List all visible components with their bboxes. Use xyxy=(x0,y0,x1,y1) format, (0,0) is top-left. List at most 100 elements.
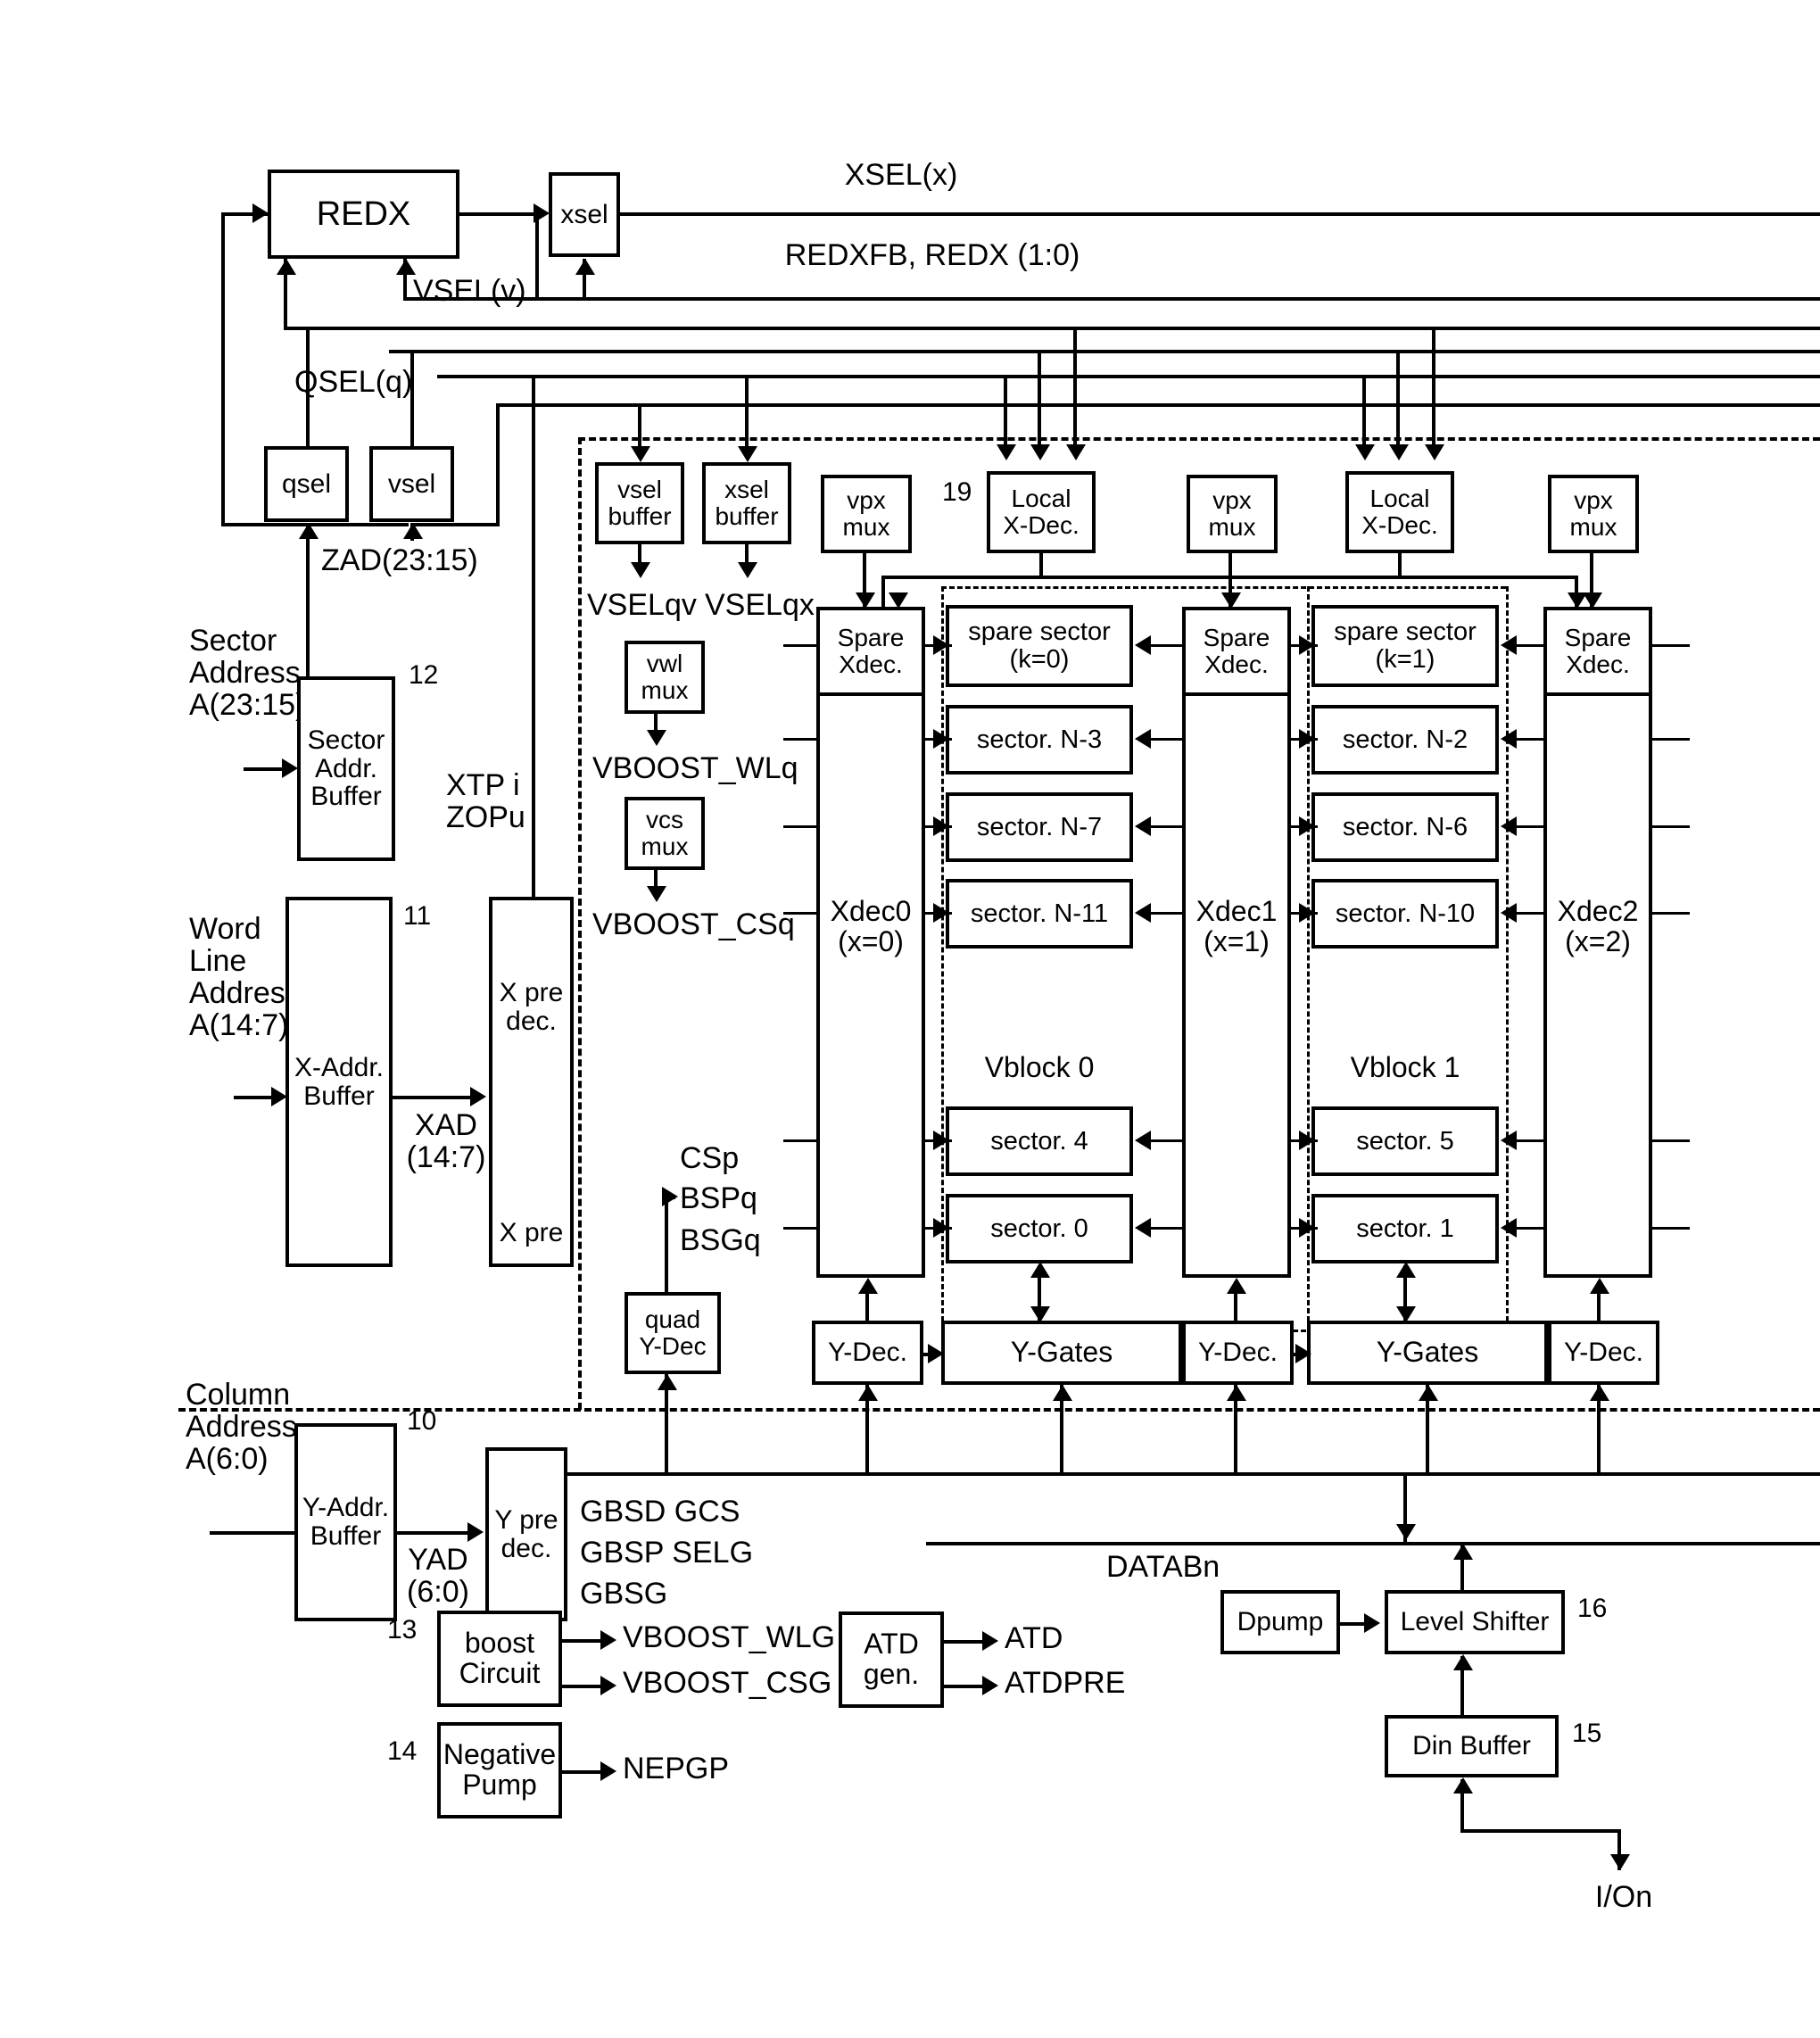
arrow-localxdec0-in-c xyxy=(1066,444,1086,460)
wire-sector-addr-in xyxy=(244,767,286,771)
arrow-vcsmux-out xyxy=(647,886,666,902)
wire-ypredec-to-rail xyxy=(567,1472,1820,1476)
block-local-x-dec-1[interactable]: Local X-Dec. xyxy=(1345,471,1454,553)
sector-block[interactable]: sector. 0 xyxy=(946,1194,1133,1263)
arrow-rail-to-ygates0 xyxy=(1053,1385,1072,1401)
arrow-feedback-into-redx xyxy=(252,203,269,223)
sector-block[interactable]: sector. N-6 xyxy=(1311,792,1499,862)
x-pre-dec-label: X pre dec. xyxy=(499,978,564,1036)
bus-label-xad: XAD (14:7) xyxy=(406,1108,486,1175)
sector-block[interactable]: sector. N-3 xyxy=(946,705,1133,775)
input-label-sector-address: Sector Address A(23:15) xyxy=(189,624,306,723)
wire-localxdec0-in-a xyxy=(1004,375,1007,455)
block-spare-xdec-0[interactable]: Spare Xdec. xyxy=(816,607,925,696)
vblock0-dash-top xyxy=(941,586,1506,589)
arrow-xdec1-left-row-1 xyxy=(1135,729,1151,749)
sector-block[interactable]: spare sector (k=0) xyxy=(946,605,1133,687)
block-vpx-mux-0[interactable]: vpx mux xyxy=(821,475,912,553)
block-vpx-mux-2[interactable]: vpx mux xyxy=(1548,475,1639,553)
block-redx[interactable]: REDX xyxy=(268,170,459,259)
block-local-x-dec-0[interactable]: Local X-Dec. xyxy=(987,471,1096,553)
arrow-xdec0-row-5 xyxy=(933,1218,949,1238)
block-y-gates-0[interactable]: Y-Gates xyxy=(941,1321,1182,1385)
signal-label-bspq: BSPq xyxy=(680,1181,757,1215)
bus-label-xsel-x: XSEL(x) xyxy=(844,158,958,192)
chip-boundary-dashed-vertical xyxy=(578,437,582,1410)
wire-xdec2-stub-3 xyxy=(1652,912,1690,915)
block-vsel-buffer[interactable]: vsel buffer xyxy=(595,462,684,544)
arrow-xdec1-left-row-3 xyxy=(1135,903,1151,923)
arrow-xdec0-row-1 xyxy=(933,729,949,749)
arrow-xdec1-right-row-4 xyxy=(1299,1131,1315,1150)
arrow-dinbuffer-to-levelshifter xyxy=(1453,1654,1473,1670)
arrow-xdec0-row-4 xyxy=(933,1131,949,1150)
signal-label-csp: CSp xyxy=(680,1141,740,1175)
bus-redxfb-redx xyxy=(403,297,1820,301)
block-y-dec-2[interactable]: Y-Dec. xyxy=(1548,1321,1659,1385)
block-y-gates-1[interactable]: Y-Gates xyxy=(1307,1321,1548,1385)
block-dpump[interactable]: Dpump xyxy=(1220,1590,1340,1654)
wire-col-addr-in xyxy=(210,1531,297,1535)
arrow-dpump-to-levelshifter xyxy=(1364,1613,1380,1633)
ref-num-15: 15 xyxy=(1572,1719,1602,1748)
sector-block[interactable]: sector. N-10 xyxy=(1311,879,1499,949)
block-negative-pump[interactable]: Negative Pump xyxy=(437,1722,562,1818)
block-level-shifter[interactable]: Level Shifter xyxy=(1385,1590,1565,1654)
arrow-rail-to-ydec1 xyxy=(1227,1385,1246,1401)
sector-block[interactable]: sector. 1 xyxy=(1311,1194,1499,1263)
wire-quadydec-up xyxy=(665,1196,668,1294)
arrow-levelshifter-to-datab xyxy=(1453,1544,1473,1560)
arrow-ygates1-down xyxy=(1396,1306,1416,1322)
bus-line-2 xyxy=(369,327,1820,330)
bus-line-5 xyxy=(496,403,1820,407)
signal-label-vselqx: VSELqx xyxy=(705,588,815,622)
block-quad-y-dec[interactable]: quad Y-Dec xyxy=(625,1292,721,1374)
block-boost-circuit[interactable]: boost Circuit xyxy=(437,1611,562,1707)
block-spare-xdec-1[interactable]: Spare Xdec. xyxy=(1182,607,1291,696)
block-spare-xdec-2[interactable]: Spare Xdec. xyxy=(1543,607,1652,696)
arrow-xdec2-left-row-4 xyxy=(1501,1131,1517,1150)
sector-block[interactable]: sector. N-2 xyxy=(1311,705,1499,775)
arrow-rail-to-ydec2 xyxy=(1590,1385,1609,1401)
arrow-vselqx-out xyxy=(738,562,757,578)
arrow-xdec1-left-row-5 xyxy=(1135,1218,1151,1238)
wire-xdec0-stub-4 xyxy=(783,1139,819,1142)
block-y-dec-0[interactable]: Y-Dec. xyxy=(812,1321,923,1385)
block-y-pre-dec[interactable]: Y pre dec. xyxy=(485,1447,567,1621)
block-vwl-mux[interactable]: vwl mux xyxy=(625,641,705,714)
sector-block[interactable]: sector. 5 xyxy=(1311,1106,1499,1176)
block-x-pre-dec[interactable]: X pre dec. X pre xyxy=(489,897,574,1267)
sector-block[interactable]: sector. N-11 xyxy=(946,879,1133,949)
block-din-buffer[interactable]: Din Buffer xyxy=(1385,1715,1559,1777)
block-atd-gen[interactable]: ATD gen. xyxy=(839,1611,944,1708)
signal-label-gbsp-selg: GBSP SELG xyxy=(580,1536,754,1570)
bus-label-datab-n: DATABn xyxy=(1106,1550,1220,1584)
block-y-dec-1[interactable]: Y-Dec. xyxy=(1182,1321,1294,1385)
sector-block[interactable]: sector. 4 xyxy=(946,1106,1133,1176)
ref-num-12: 12 xyxy=(409,660,439,690)
block-vsel[interactable]: vsel xyxy=(369,446,454,522)
ref-num-10: 10 xyxy=(407,1406,437,1436)
arrow-vselqv-out xyxy=(631,562,650,578)
ref-num-14: 14 xyxy=(387,1736,418,1766)
block-xsel-buffer[interactable]: xsel buffer xyxy=(702,462,791,544)
block-vcs-mux[interactable]: vcs mux xyxy=(625,797,705,870)
block-qsel[interactable]: qsel xyxy=(264,446,349,522)
wire-vselbox-right-hook-h xyxy=(410,523,500,526)
block-vpx-mux-1[interactable]: vpx mux xyxy=(1187,475,1278,553)
wire-localxdec0-out xyxy=(1039,553,1043,578)
block-y-addr-buffer[interactable]: Y-Addr. Buffer xyxy=(294,1423,397,1621)
block-x-addr-buffer[interactable]: X-Addr. Buffer xyxy=(285,897,393,1267)
arrow-nepgp xyxy=(600,1761,616,1781)
ref-num-13: 13 xyxy=(387,1615,418,1644)
chip-boundary-dashed-top xyxy=(578,437,1820,441)
wire-xdec2-stub-0 xyxy=(1652,644,1690,647)
block-xsel[interactable]: xsel xyxy=(549,172,620,257)
bus-line-3 xyxy=(389,350,1820,353)
arrow-ydec1-to-xdec1 xyxy=(1227,1278,1246,1294)
wire-xdec0-stub-0 xyxy=(783,644,819,647)
sector-block[interactable]: sector. N-7 xyxy=(946,792,1133,862)
block-sector-addr-buffer[interactable]: Sector Addr. Buffer xyxy=(297,676,395,861)
wire-localxdec0-in-c xyxy=(1073,327,1077,455)
sector-block[interactable]: spare sector (k=1) xyxy=(1311,605,1499,687)
